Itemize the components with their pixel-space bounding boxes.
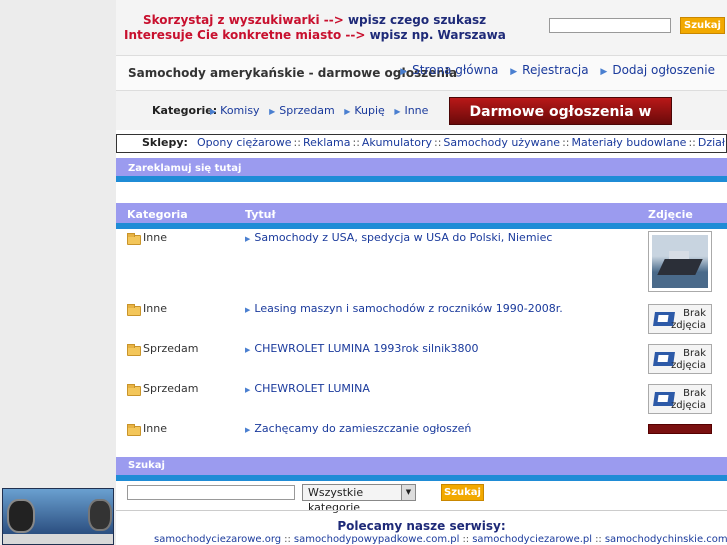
no-photo-placeholder[interactable]: Brak zdjęcia bbox=[648, 384, 712, 414]
column-header-photo: Zdjęcie bbox=[648, 208, 693, 221]
divider-stripe bbox=[116, 475, 727, 481]
column-header-title: Tytuł bbox=[245, 208, 276, 221]
footer-links: samochodyciezarowe.org:: samochodypowypad… bbox=[154, 534, 727, 545]
folder-icon bbox=[127, 424, 141, 436]
folder-icon bbox=[127, 304, 141, 316]
arrow-right-icon: ▶ bbox=[394, 107, 401, 116]
arrow-right-icon: ▶ bbox=[210, 107, 217, 116]
tire-ad-banner[interactable] bbox=[2, 488, 114, 545]
ship-hull bbox=[657, 259, 703, 275]
footer-divider bbox=[116, 510, 727, 511]
categories-links: ▶ Komisy ▶ Sprzedam ▶ Kupię ▶ Inne bbox=[210, 104, 428, 117]
divider-stripe bbox=[116, 223, 727, 229]
arrow-right-icon: ▶ bbox=[245, 346, 251, 354]
shops-label: Sklepy: bbox=[142, 136, 188, 149]
arrow-right-icon: ▶ bbox=[245, 386, 251, 394]
arrow-right-icon: ▶ bbox=[510, 67, 518, 77]
no-photo-placeholder[interactable]: Brak zdjęcia bbox=[648, 344, 712, 374]
row-category: Sprzedam bbox=[143, 342, 199, 355]
category-link-sprzedam[interactable]: Sprzedam bbox=[279, 104, 334, 117]
top-search-button[interactable]: Szukaj bbox=[680, 17, 725, 34]
row-title-link[interactable]: ▶ Zachęcamy do zamieszczanie ogłoszeń bbox=[245, 422, 471, 435]
banner-strip bbox=[3, 534, 113, 544]
row-category: Sprzedam bbox=[143, 382, 199, 395]
footer-link[interactable]: samochodyciezarowe.org bbox=[154, 534, 281, 545]
search-button[interactable]: Szukaj bbox=[441, 484, 484, 501]
shops-list: Opony ciężarowe:: Reklama:: Akumulatory:: S… bbox=[197, 136, 726, 149]
table-header: Kategoria Tytuł Zdjęcie bbox=[116, 203, 727, 223]
footer-title: Polecamy nasze serwisy: bbox=[337, 519, 506, 533]
main-content: Skorzystaj z wyszukiwarki --> wpisz czeg… bbox=[116, 0, 727, 545]
free-ads-banner[interactable]: Darmowe ogłoszenia w sieci !! bbox=[449, 97, 672, 148]
row-category: Inne bbox=[143, 302, 167, 315]
arrow-right-icon: ▶ bbox=[344, 107, 351, 116]
nav-register-link[interactable]: Rejestracja bbox=[522, 63, 588, 77]
category-link-komisy[interactable]: Komisy bbox=[220, 104, 259, 117]
no-photo-placeholder[interactable]: Brak zdjęcia bbox=[648, 304, 712, 334]
divider-stripe bbox=[116, 176, 727, 182]
row-title-link[interactable]: ▶ CHEWROLET LUMINA bbox=[245, 382, 370, 395]
top-navigation: ▶ Strona główna ▶ Rejestracja ▶ Dodaj ogłos… bbox=[392, 63, 715, 77]
arrow-right-icon: ▶ bbox=[245, 235, 251, 243]
search-section-bar: Szukaj bbox=[116, 457, 727, 475]
folder-icon bbox=[127, 233, 141, 245]
footer-link[interactable]: samochodypowypadkowe.com.pl bbox=[294, 534, 460, 545]
arrow-right-icon: ▶ bbox=[245, 306, 251, 314]
promo-line-2: Interesuje Cie konkretne miasto --> wpis… bbox=[124, 28, 506, 42]
top-banner: Skorzystaj z wyszukiwarki --> wpisz czeg… bbox=[116, 0, 727, 55]
arrow-right-icon: ▶ bbox=[600, 67, 608, 77]
shop-link[interactable]: Akumulatory bbox=[362, 136, 432, 149]
shop-link[interactable]: Samochody używane bbox=[443, 136, 560, 149]
row-title-link[interactable]: ▶ Samochody z USA, spedycja w USA do Pols… bbox=[245, 231, 552, 244]
top-search-input[interactable] bbox=[549, 18, 671, 33]
footer-link[interactable]: samochodyciezarowe.pl bbox=[472, 534, 592, 545]
folder-icon bbox=[127, 344, 141, 356]
row-category: Inne bbox=[143, 231, 167, 244]
shop-link[interactable]: Działki budowlane bbox=[698, 136, 726, 149]
shop-link[interactable]: Opony ciężarowe bbox=[197, 136, 292, 149]
footer-link[interactable]: samochodychinskie.com bbox=[605, 534, 727, 545]
tire-icon bbox=[88, 499, 112, 531]
category-select[interactable]: Wszystkie kategorie ▼ bbox=[302, 484, 416, 514]
small-ad-banner[interactable] bbox=[648, 424, 712, 434]
ship-photo[interactable] bbox=[648, 231, 712, 292]
row-category: Inne bbox=[143, 422, 167, 435]
search-input[interactable] bbox=[127, 485, 295, 500]
shops-bar: Sklepy: Opony ciężarowe:: Reklama:: Akumul… bbox=[116, 134, 727, 153]
title-row: Samochody amerykańskie - darmowe ogłosze… bbox=[116, 55, 727, 91]
promo-line-1: Skorzystaj z wyszukiwarki --> wpisz czeg… bbox=[143, 13, 487, 27]
advertise-bar[interactable]: Zareklamuj się tutaj bbox=[116, 158, 727, 176]
row-title-link[interactable]: ▶ CHEWROLET LUMINA 1993rok silnik3800 bbox=[245, 342, 479, 355]
shop-link[interactable]: Reklama bbox=[303, 136, 351, 149]
arrow-right-icon: ▶ bbox=[245, 426, 251, 434]
arrow-right-icon: ▶ bbox=[269, 107, 276, 116]
category-link-kupie[interactable]: Kupię bbox=[354, 104, 384, 117]
categories-label: Kategorie: bbox=[152, 104, 218, 117]
row-title-link[interactable]: ▶ Leasing maszyn i samochodów z roczników… bbox=[245, 302, 563, 315]
nav-home-link[interactable]: Strona główna bbox=[412, 63, 498, 77]
folder-icon bbox=[127, 384, 141, 396]
chevron-down-icon[interactable]: ▼ bbox=[401, 485, 415, 500]
column-header-category: Kategoria bbox=[127, 208, 188, 221]
shop-link[interactable]: Materiały budowlane bbox=[571, 136, 686, 149]
left-column bbox=[0, 0, 116, 545]
nav-add-ad-link[interactable]: Dodaj ogłoszenie bbox=[612, 63, 715, 77]
tire-icon bbox=[7, 499, 35, 533]
arrow-right-icon: ▶ bbox=[400, 67, 408, 77]
category-link-inne[interactable]: Inne bbox=[404, 104, 428, 117]
